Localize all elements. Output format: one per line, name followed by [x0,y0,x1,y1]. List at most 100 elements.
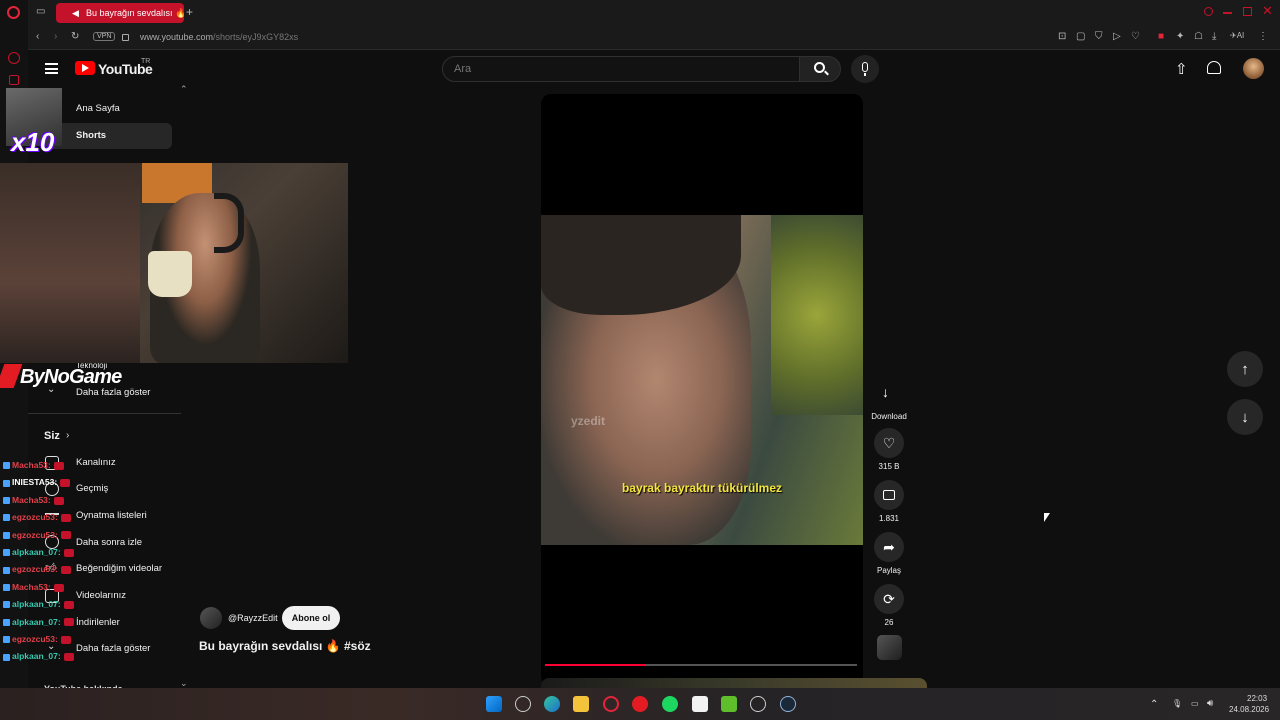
minimize-button[interactable] [1223,12,1232,14]
chevron-up-icon[interactable]: ⌃ [180,84,188,95]
chat-username: alpkaan_07: [12,616,61,627]
upload-icon[interactable]: ⇧ [1175,60,1188,78]
heart-outline-icon[interactable]: ♡ [1131,31,1140,42]
mouse-cursor [1044,513,1050,522]
tab-title: Bu bayrağın sevdalısı 🔥 [86,8,184,18]
shield-icon[interactable]: ⛉ [1095,31,1103,42]
sidebar-item-liked-videos[interactable]: Beğendiğim videolar [76,563,162,574]
arrow-up-icon: ↑ [1241,360,1249,378]
bookmark-icon[interactable]: ⊡ [1058,31,1066,42]
search-box[interactable] [442,56,800,82]
channel-avatar[interactable] [200,607,222,629]
sidebar-item-your-channel[interactable]: Kanalınız [76,457,116,468]
play-icon[interactable]: ▷ [1113,31,1121,42]
pocket-icon[interactable]: ■ [1158,31,1164,42]
share-button[interactable]: ➦ [874,532,904,562]
subscribe-button[interactable]: Abone ol [282,606,340,630]
sidebar-item-shorts[interactable]: Shorts [76,130,106,141]
short-title: Bu bayrağın sevdalısı 🔥 #söz [199,639,371,653]
chat-message: egzozcu53: [3,512,71,522]
mic-icon-stand [864,73,866,76]
reload-icon[interactable]: ↻ [71,31,79,42]
sidebar-item-your-videos[interactable]: Videolarınız [76,590,126,601]
windows-start-icon[interactable] [486,696,502,712]
downloads-icon[interactable]: ⤓ [1212,31,1216,42]
country-code: TR [141,58,151,65]
chat-emote-icon [60,566,71,575]
remix-count: 26 [884,618,894,627]
vpn-badge[interactable]: VPN [93,32,116,41]
hamburger-menu-icon[interactable] [45,63,58,74]
voice-search-button[interactable] [851,55,879,83]
chat-message: alpkaan_07: [3,599,74,609]
sidebar-item-downloads[interactable]: İndirilenler [76,617,120,628]
spotify-icon[interactable] [662,696,678,712]
extensions-icon[interactable]: ✦ [1176,31,1184,42]
url-text[interactable]: www.youtube.com/shorts/eyJ9xGY82xs [140,32,298,42]
sidebar-show-more-you[interactable]: Daha fazla göster [76,643,150,654]
download-icon[interactable]: ↓ [882,384,889,400]
clock-time[interactable]: 22:03 [1247,694,1267,703]
channel-name[interactable]: @RayzzEdit [228,613,278,623]
next-short-button[interactable]: ↓ [1227,399,1263,435]
search-tabs-icon[interactable] [1204,7,1213,16]
snapshot-icon[interactable]: ▢ [1076,31,1085,42]
search-button[interactable] [799,56,841,82]
speaker-icon[interactable]: ◀ [72,3,79,23]
back-icon[interactable]: ‹ [36,31,39,42]
sidebar-item-history[interactable]: Geçmiş [76,483,108,494]
notes-icon[interactable] [692,696,708,712]
chat-badge-icon [3,549,10,557]
mic-icon [862,62,868,72]
maximize-button[interactable] [1243,7,1252,16]
like-button[interactable]: ♡ [874,428,904,458]
remix-button[interactable]: ⟳ [874,584,904,614]
history-icon[interactable] [8,52,20,64]
comment-button[interactable] [874,480,904,510]
edge-icon[interactable] [544,696,560,712]
new-tab-button[interactable]: + [186,5,193,19]
close-window-button[interactable]: ✕ [1262,3,1273,19]
chat-message: alpkaan_07: [3,547,74,557]
microphone-tray-icon[interactable]: 🎙︎ [1172,699,1182,708]
previous-short-button[interactable]: ↑ [1227,351,1263,387]
avatar[interactable] [1243,58,1264,79]
chat-message: Macha53: [3,582,64,592]
file-explorer-icon[interactable] [573,696,589,712]
sidebar-item-watch-later[interactable]: Daha sonra izle [76,537,142,548]
youtube-logo-icon[interactable] [75,61,95,75]
youtube-taskbar-icon[interactable] [632,696,648,712]
like-count: 315 B [878,462,900,471]
clock-date[interactable]: 24.08.2026 [1229,705,1269,714]
volume-icon[interactable]: 🔊︎ [1207,698,1213,709]
sidebar-item-home[interactable]: Ana Sayfa [76,103,120,114]
forward-icon[interactable]: › [54,31,57,42]
bag-icon[interactable] [9,75,19,85]
sidebar-you-header[interactable]: Siz [44,430,60,442]
url-host: www.youtube.com [140,32,214,42]
short-video-player[interactable]: yzedit bayrak bayraktır tükürülmez [541,94,863,686]
steam-icon[interactable] [780,696,796,712]
chat-message: egzozcu53: [3,634,71,644]
video-progress-fill[interactable] [545,664,645,666]
tab-overview-icon[interactable]: ▭ [36,6,45,17]
bell-icon[interactable] [1207,61,1221,74]
network-icon[interactable]: ▭ [1191,699,1199,708]
opera-logo-icon[interactable] [7,6,20,19]
chevron-up-icon[interactable]: ⌃ [1150,699,1158,710]
menu-dots-icon[interactable]: ⋮ [1258,31,1268,42]
active-tab[interactable]: ◀ Bu bayrağın sevdalısı 🔥 [56,3,184,23]
audio-thumbnail[interactable] [877,635,902,660]
task-view-icon[interactable] [515,696,531,712]
ai-icon[interactable]: ✈AI [1230,31,1244,40]
chat-username: Macha53: [12,460,51,470]
search-input[interactable] [443,57,799,81]
sidebar-item-shorts-highlight[interactable] [44,123,172,149]
opera-taskbar-icon[interactable] [603,696,619,712]
sidebar-item-playlists[interactable]: Oynatma listeleri [76,510,147,521]
app-green-icon[interactable] [721,696,737,712]
next-short-preview[interactable] [541,678,927,688]
account-icon[interactable]: ☖ [1194,31,1203,42]
chat-username: alpkaan_07: [12,651,61,662]
app-grey-icon[interactable] [750,696,766,712]
